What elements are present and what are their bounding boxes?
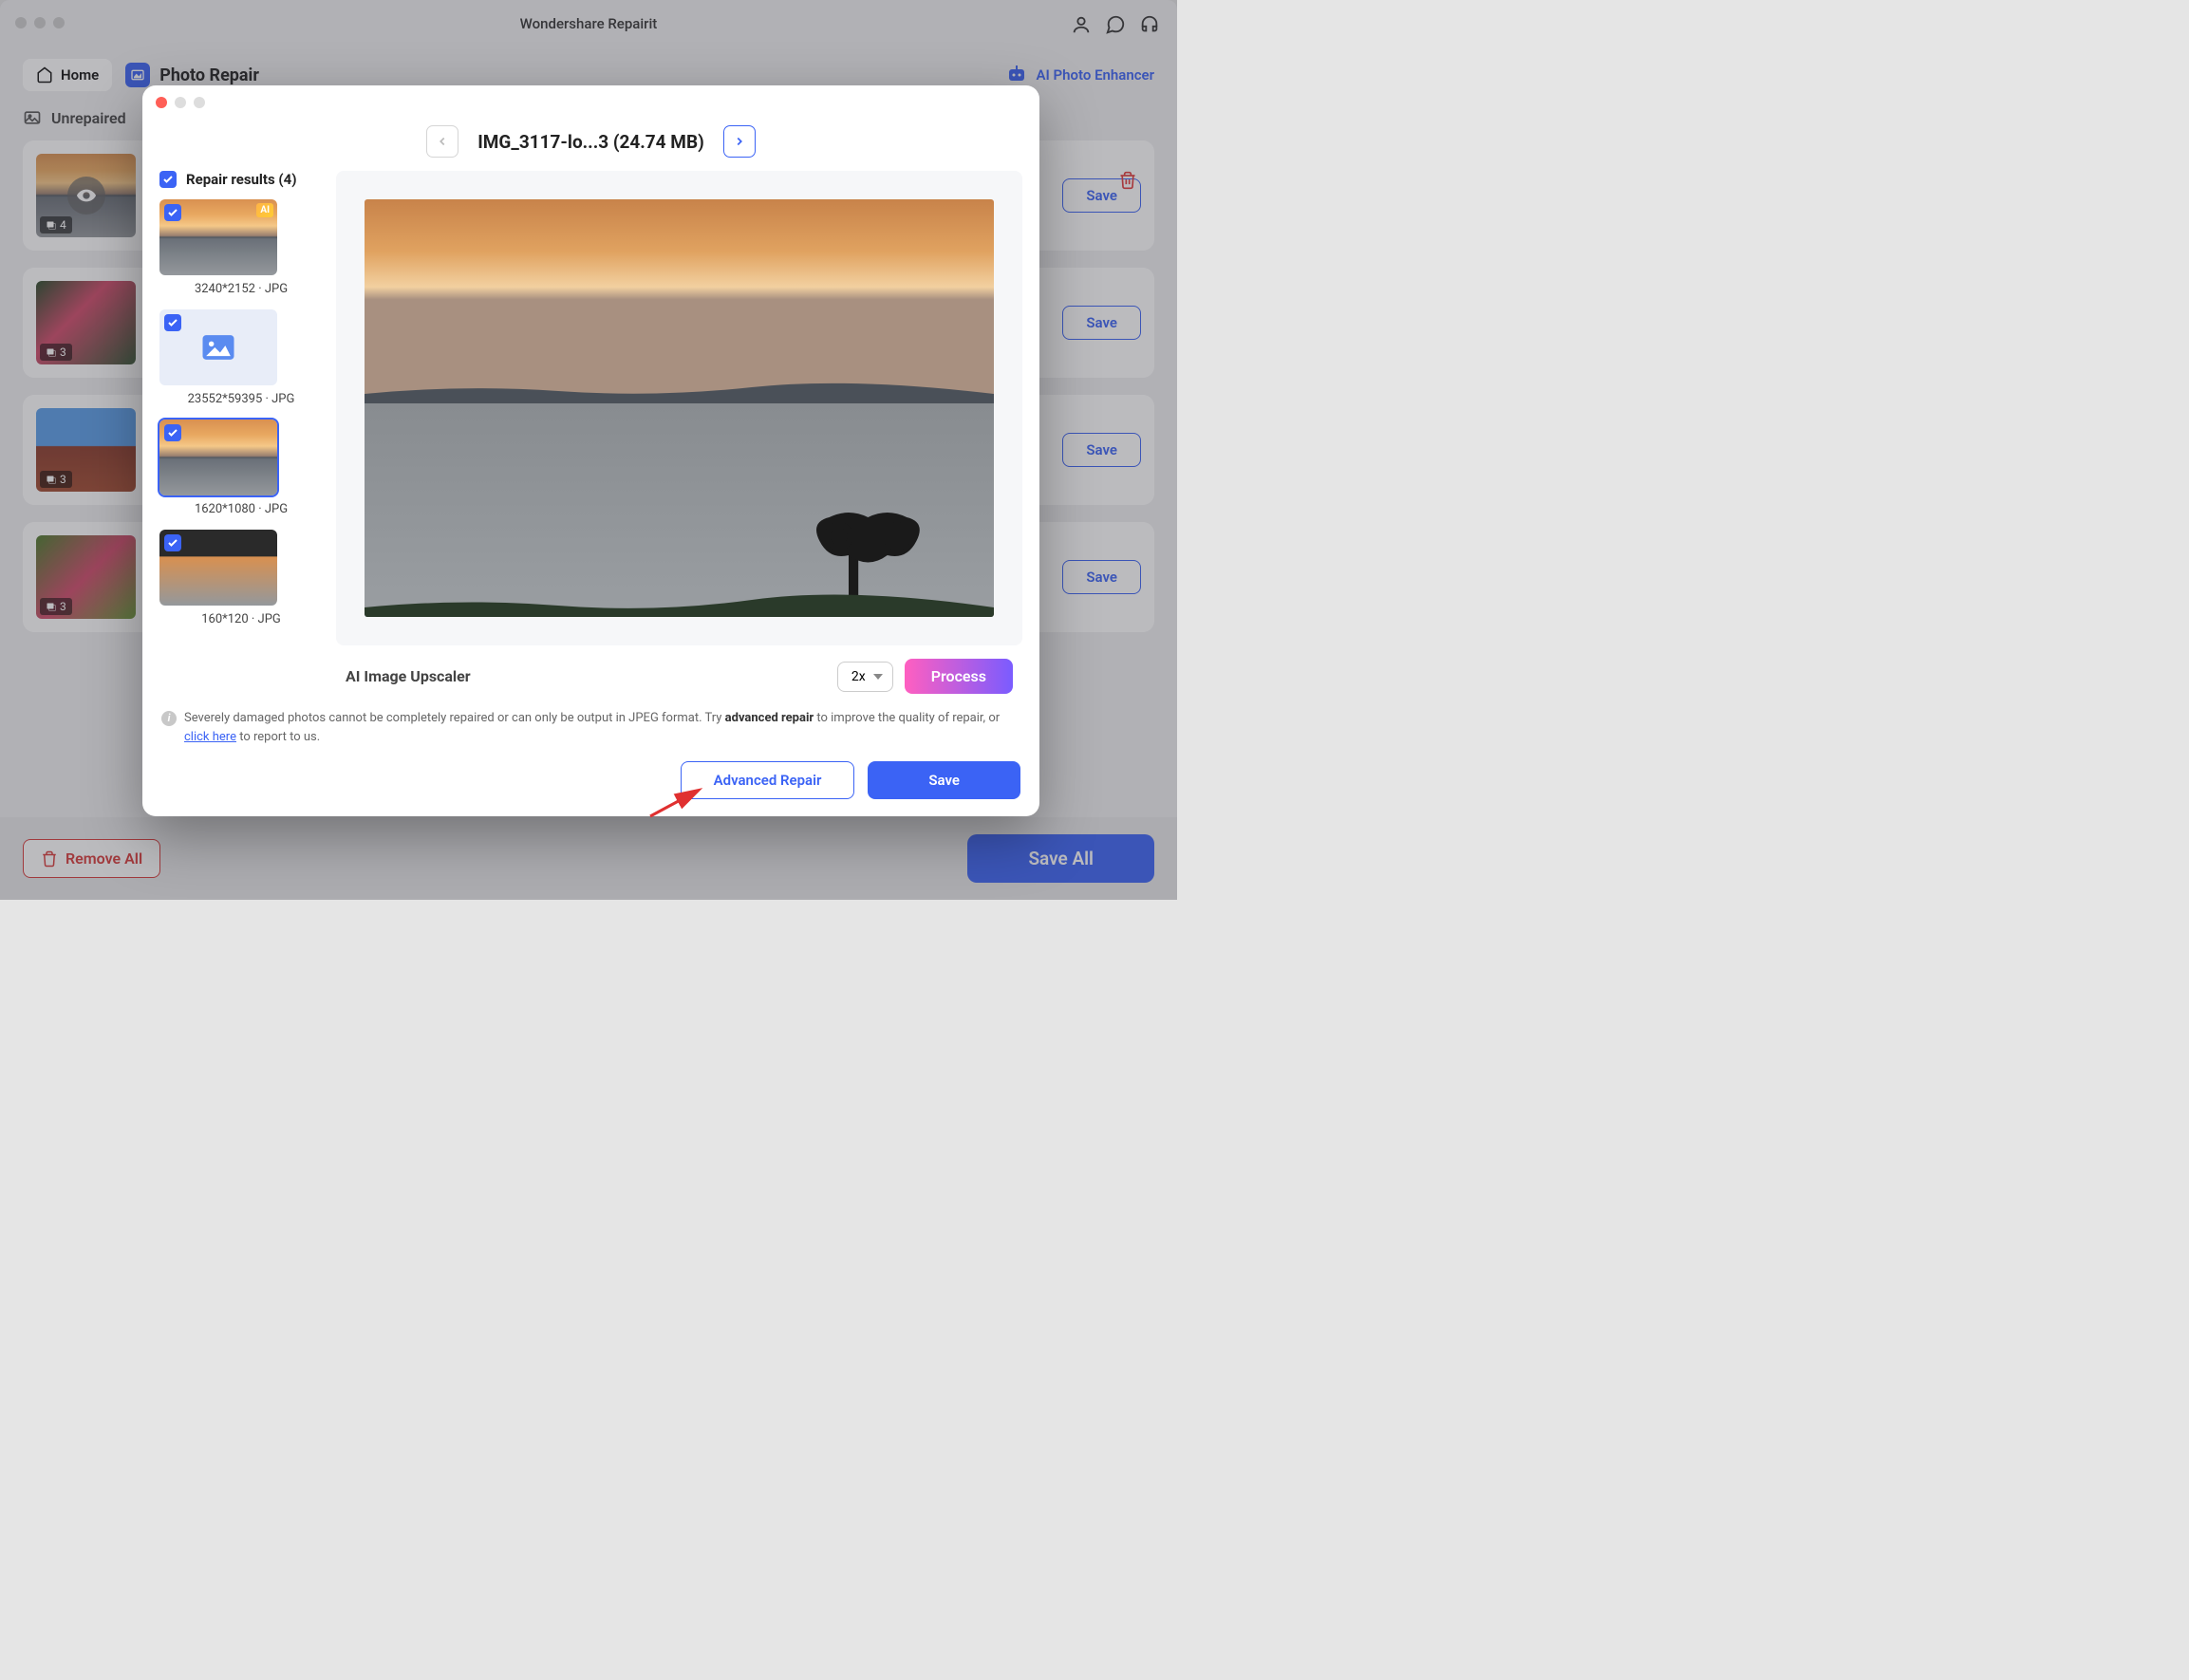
- process-button[interactable]: Process: [905, 659, 1013, 694]
- result-item[interactable]: 23552*59395 · JPG: [159, 309, 323, 406]
- chevron-right-icon: [733, 135, 746, 148]
- advanced-repair-button[interactable]: Advanced Repair: [681, 761, 855, 799]
- result-thumbnail[interactable]: [159, 530, 277, 606]
- results-header: Repair results (4): [159, 171, 323, 188]
- minimize-icon: [175, 97, 186, 108]
- preview-image: [365, 199, 994, 617]
- result-checkbox[interactable]: [164, 424, 181, 441]
- result-thumbnail[interactable]: AI: [159, 199, 277, 275]
- result-thumbnail[interactable]: [159, 309, 277, 385]
- file-title: IMG_3117-lo...3 (24.74 MB): [477, 131, 704, 153]
- result-item[interactable]: 160*120 · JPG: [159, 530, 323, 626]
- next-button[interactable]: [723, 125, 756, 158]
- image-placeholder-icon: [159, 309, 277, 385]
- modal-header: IMG_3117-lo...3 (24.74 MB): [142, 120, 1039, 171]
- result-caption: 160*120 · JPG: [159, 612, 323, 626]
- info-icon: i: [161, 711, 177, 726]
- report-link[interactable]: click here: [184, 730, 236, 744]
- upscaler-select[interactable]: 2x: [837, 662, 893, 692]
- close-icon[interactable]: [156, 97, 167, 108]
- results-panel: Repair results (4) AI 3240*2152 · JPG 23…: [159, 171, 323, 698]
- result-item[interactable]: 1620*1080 · JPG: [159, 420, 323, 516]
- upscaler-label: AI Image Upscaler: [346, 667, 471, 685]
- modal-footer: Advanced Repair Save: [142, 752, 1039, 816]
- result-caption: 1620*1080 · JPG: [159, 502, 323, 516]
- result-checkbox[interactable]: [164, 534, 181, 551]
- info-note: i Severely damaged photos cannot be comp…: [142, 698, 1039, 752]
- result-caption: 3240*2152 · JPG: [159, 282, 323, 296]
- modal-save-button[interactable]: Save: [868, 761, 1020, 799]
- preview-panel: AI Image Upscaler 2x Process: [336, 171, 1022, 698]
- results-header-label: Repair results (4): [186, 171, 297, 188]
- modal-titlebar: [142, 85, 1039, 120]
- main-window: Wondershare Repairit Home Photo Repair A…: [0, 0, 1177, 900]
- result-thumbnail[interactable]: [159, 420, 277, 495]
- preview-wrap: [336, 171, 1022, 645]
- modal-body: Repair results (4) AI 3240*2152 · JPG 23…: [142, 171, 1039, 698]
- maximize-icon: [194, 97, 205, 108]
- modal-traffic-lights[interactable]: [156, 97, 205, 108]
- result-checkbox[interactable]: [164, 204, 181, 221]
- result-caption: 23552*59395 · JPG: [159, 392, 323, 406]
- upscaler-row: AI Image Upscaler 2x Process: [336, 645, 1022, 698]
- repair-results-modal: IMG_3117-lo...3 (24.74 MB) Repair result…: [142, 85, 1039, 816]
- select-all-checkbox[interactable]: [159, 171, 177, 188]
- result-item[interactable]: AI 3240*2152 · JPG: [159, 199, 323, 296]
- prev-button[interactable]: [426, 125, 458, 158]
- chevron-left-icon: [436, 135, 449, 148]
- ai-badge: AI: [256, 203, 273, 217]
- info-text: Severely damaged photos cannot be comple…: [184, 709, 1020, 746]
